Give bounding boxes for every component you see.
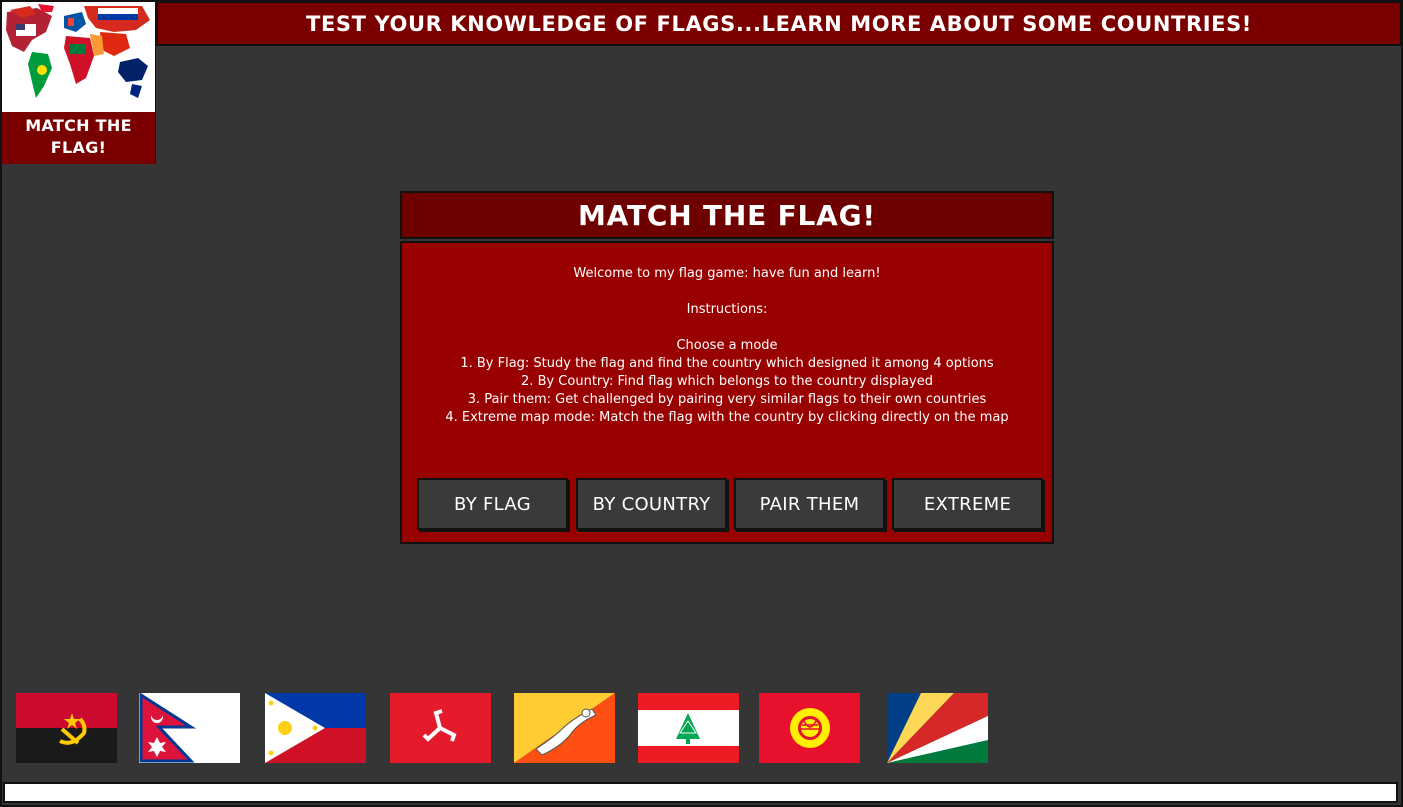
banner-text: TEST YOUR KNOWLEDGE OF FLAGS...LEARN MOR… bbox=[306, 11, 1252, 36]
logo-line-2: FLAG! bbox=[50, 138, 107, 157]
nepal-flag bbox=[139, 693, 240, 763]
lebanon-flag bbox=[638, 693, 739, 763]
panel-header: MATCH THE FLAG! bbox=[400, 191, 1054, 239]
isle-of-man-flag bbox=[390, 693, 491, 763]
panel-title: MATCH THE FLAG! bbox=[578, 198, 876, 232]
footer-bar bbox=[3, 782, 1398, 803]
bhutan-flag bbox=[514, 693, 615, 763]
welcome-text: Welcome to my flag game: have fun and le… bbox=[573, 266, 881, 281]
philippines-flag bbox=[265, 693, 366, 763]
mode-description-2: 2. By Country: Find flag which belongs t… bbox=[521, 374, 933, 389]
mode-description-4: 4. Extreme map mode: Match the flag with… bbox=[445, 410, 1009, 425]
world-flags-map-icon bbox=[2, 2, 155, 112]
extreme-button[interactable]: EXTREME bbox=[892, 478, 1043, 530]
instructions-text: Welcome to my flag game: have fun and le… bbox=[402, 265, 1052, 427]
instructions-panel: Welcome to my flag game: have fun and le… bbox=[400, 241, 1054, 544]
choose-mode-text: Choose a mode bbox=[676, 338, 778, 353]
mode-description-1: 1. By Flag: Study the flag and find the … bbox=[460, 356, 994, 371]
mode-description-3: 3. Pair them: Get challenged by pairing … bbox=[467, 392, 987, 407]
seychelles-flag bbox=[887, 693, 988, 763]
header-banner: TEST YOUR KNOWLEDGE OF FLAGS...LEARN MOR… bbox=[156, 1, 1402, 46]
instructions-heading: Instructions: bbox=[686, 302, 768, 317]
angola-flag bbox=[16, 693, 117, 763]
logo[interactable]: MATCH THE FLAG! bbox=[2, 2, 156, 164]
by-flag-button[interactable]: BY FLAG bbox=[417, 478, 568, 530]
pair-them-button[interactable]: PAIR THEM bbox=[734, 478, 885, 530]
logo-title: MATCH THE FLAG! bbox=[2, 115, 155, 159]
by-country-button[interactable]: BY COUNTRY bbox=[576, 478, 727, 530]
logo-line-1: MATCH THE bbox=[25, 116, 132, 135]
kyrgyzstan-flag bbox=[759, 693, 860, 763]
